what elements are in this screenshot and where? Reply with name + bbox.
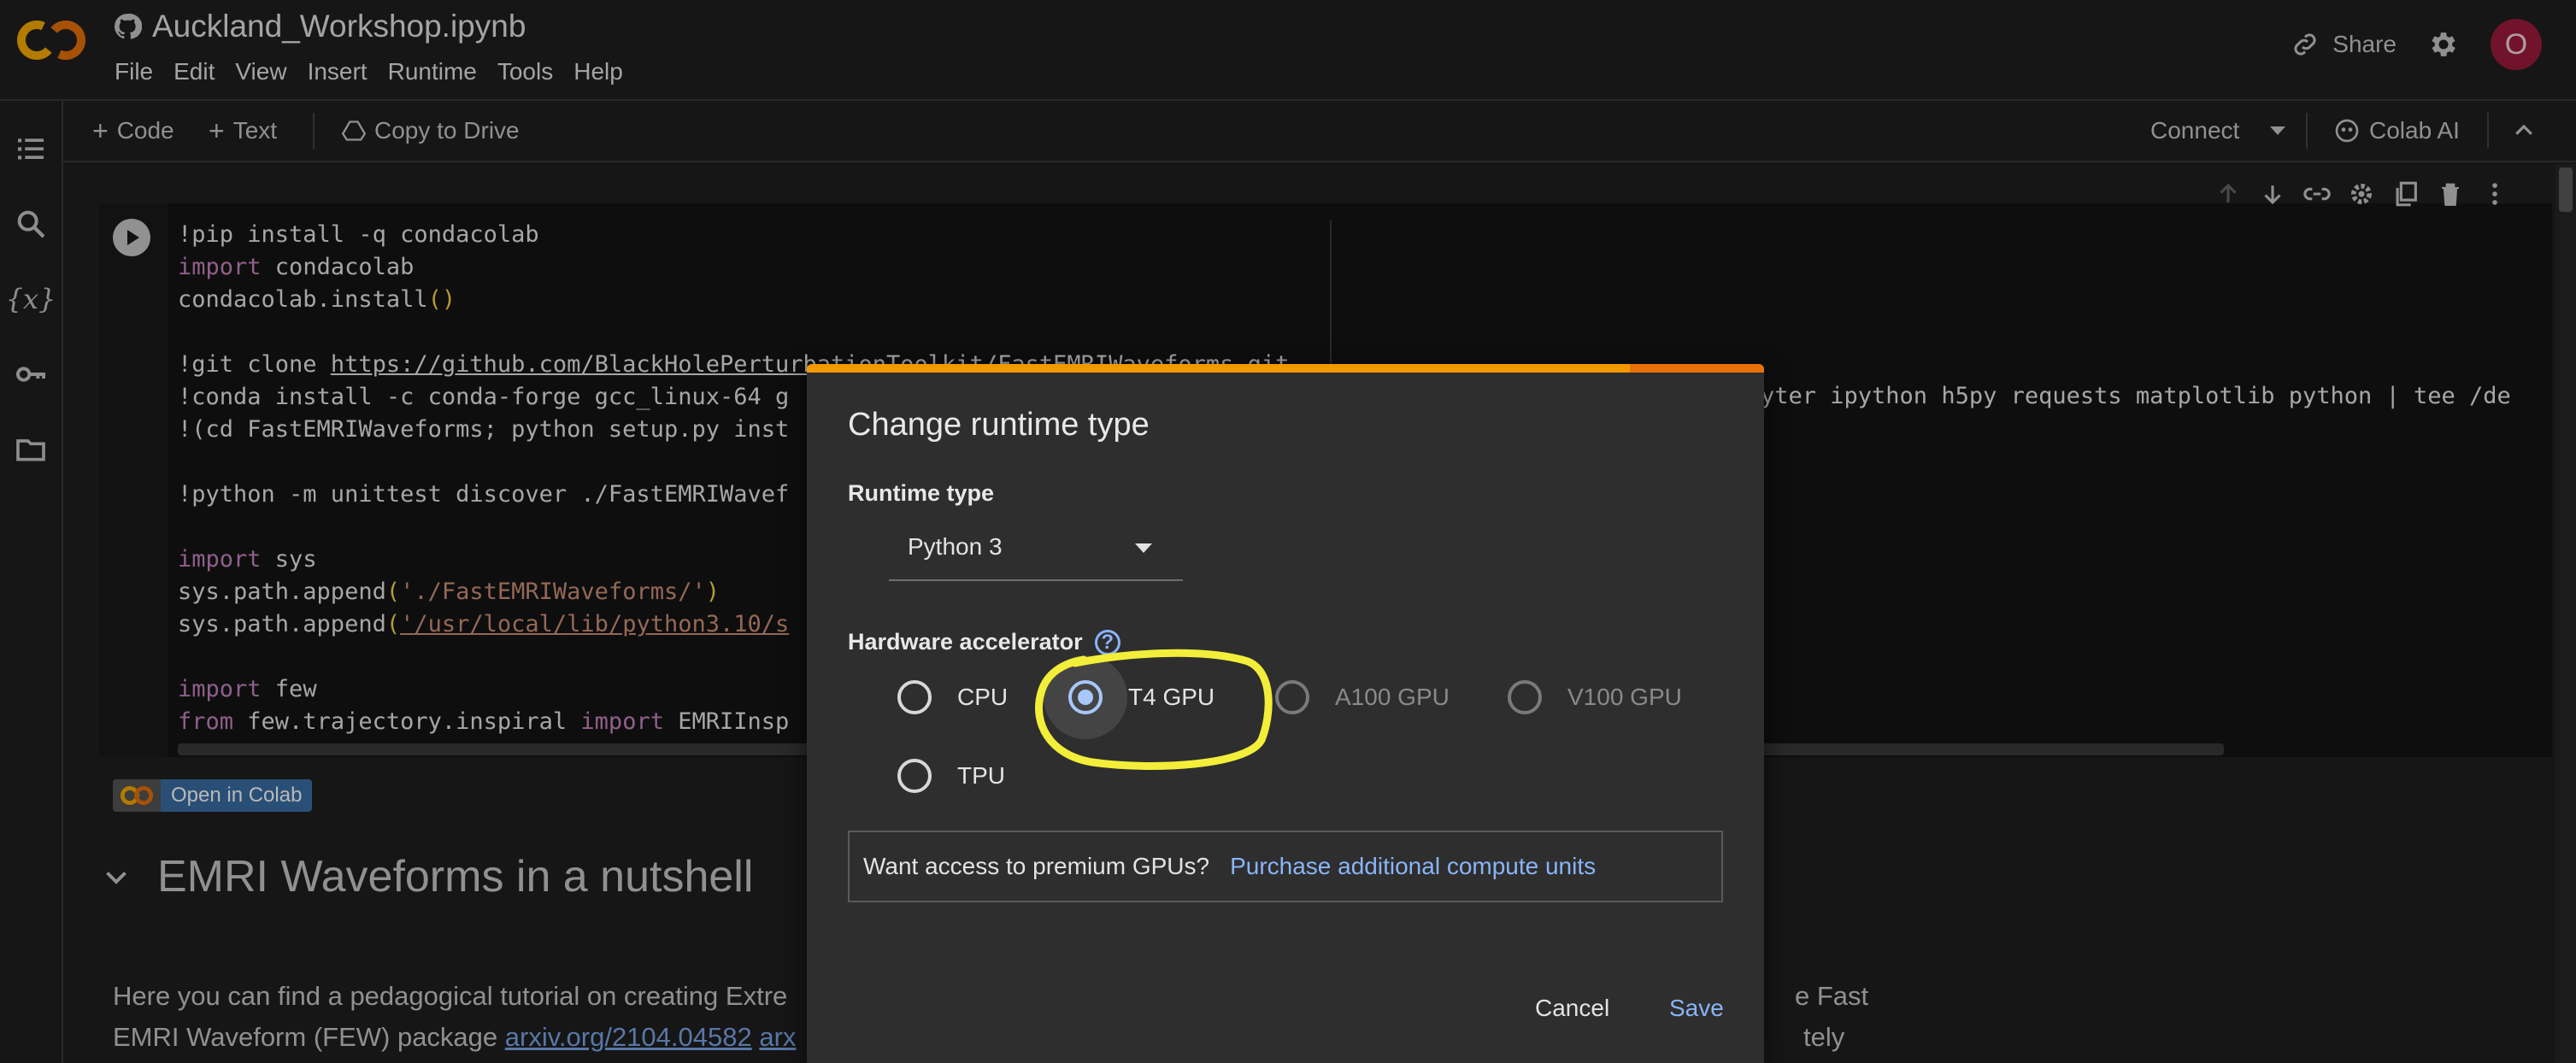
radio-label: CPU (957, 684, 1009, 710)
runtime-type-value: Python 3 (908, 533, 1003, 560)
radio-button-disabled (1275, 680, 1309, 714)
premium-gpu-notice: Want access to premium GPUs? Purchase ad… (848, 831, 1723, 902)
radio-label: A100 GPU (1335, 684, 1450, 710)
premium-text: Want access to premium GPUs? (863, 853, 1210, 879)
radio-button-disabled (1508, 680, 1542, 714)
radio-cpu[interactable]: CPU (897, 680, 1008, 714)
cancel-button[interactable]: Cancel (1535, 995, 1609, 1022)
purchase-compute-link[interactable]: Purchase additional compute units (1230, 853, 1596, 880)
dialog-title: Change runtime type (848, 407, 1150, 443)
change-runtime-dialog: Change runtime type Runtime type Python … (807, 364, 1764, 1063)
radio-tpu[interactable]: TPU (897, 759, 1005, 793)
radio-a100-gpu: A100 GPU (1275, 680, 1450, 714)
radio-v100-gpu: V100 GPU (1508, 680, 1682, 714)
dialog-accent-bar (807, 364, 1764, 373)
save-button[interactable]: Save (1669, 995, 1724, 1022)
runtime-type-select[interactable]: Python 3 (889, 520, 1183, 581)
radio-label: V100 GPU (1567, 684, 1682, 710)
yellow-highlight-annotation (1035, 649, 1273, 770)
dropdown-caret-icon (1135, 543, 1152, 553)
radio-button[interactable] (897, 759, 932, 793)
radio-label: TPU (957, 762, 1005, 789)
radio-button[interactable] (897, 680, 932, 714)
runtime-type-label: Runtime type (848, 480, 995, 506)
